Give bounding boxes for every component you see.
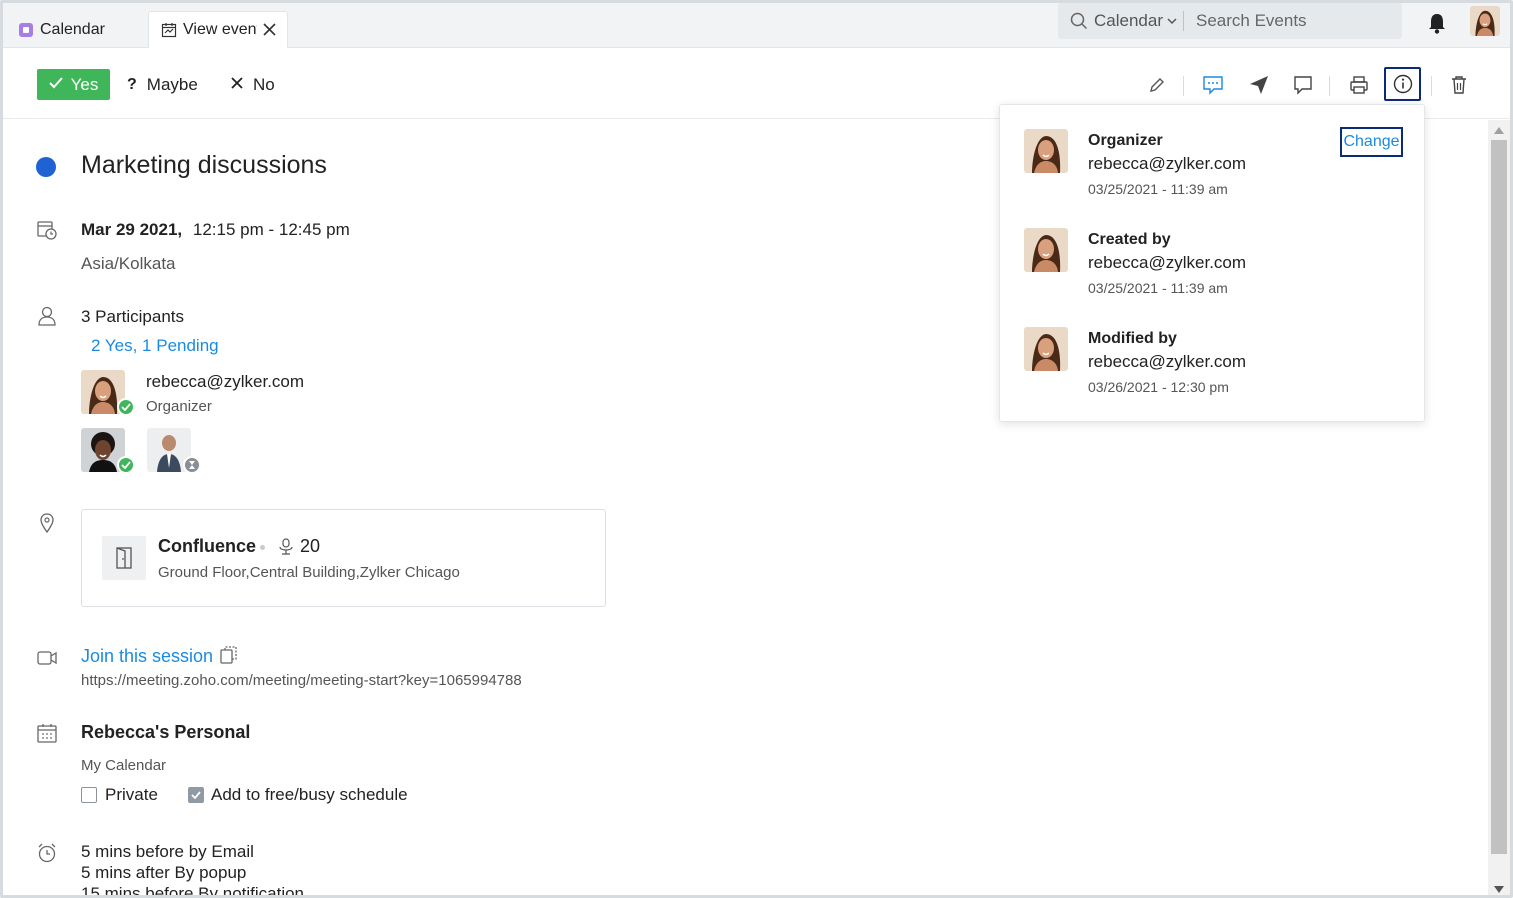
- app-window: Calendar View event Calendar Search Even: [0, 0, 1513, 898]
- room-address: Ground Floor,Central Building,Zylker Chi…: [158, 564, 460, 581]
- info-entry-created: Created by rebecca@zylker.com 03/25/2021…: [1000, 204, 1426, 296]
- chat-icon[interactable]: [1197, 69, 1229, 101]
- check-icon: [48, 76, 63, 94]
- event-time: 12:15 pm - 12:45 pm: [192, 220, 350, 239]
- event-view-icon: [161, 22, 177, 38]
- separator-dot: [260, 545, 265, 550]
- info-email: rebecca@zylker.com: [1088, 253, 1247, 272]
- info-timestamp: 03/25/2021 - 11:39 am: [1088, 280, 1228, 296]
- copy-icon[interactable]: [219, 645, 239, 670]
- top-bar: Calendar View event Calendar Search Even: [3, 3, 1510, 48]
- search-scope-label: Calendar: [1094, 11, 1163, 30]
- event-datetime: Mar 29 2021, 12:15 pm - 12:45 pm: [81, 220, 350, 240]
- trash-icon[interactable]: [1443, 69, 1475, 101]
- private-label: Private: [105, 785, 158, 804]
- scroll-down-arrow-icon[interactable]: [1494, 886, 1504, 893]
- rsvp-no-button[interactable]: No: [231, 69, 275, 100]
- search-input[interactable]: Search Events: [1196, 11, 1307, 31]
- avatar: [1024, 327, 1068, 371]
- freebusy-checkbox[interactable]: [188, 787, 204, 803]
- room-card[interactable]: Confluence 20 Ground Floor,Central Build…: [81, 509, 606, 607]
- rsvp-yes-button[interactable]: Yes: [37, 69, 110, 100]
- organizer-role: Organizer: [146, 398, 212, 415]
- tab-label: View event: [183, 21, 257, 38]
- scrollbar[interactable]: [1488, 120, 1510, 895]
- rsvp-no-label: No: [253, 74, 275, 94]
- toolbar-divider: [1329, 76, 1330, 96]
- info-timestamp: 03/26/2021 - 12:30 pm: [1088, 379, 1229, 395]
- search-bar: Calendar Search Events: [1058, 3, 1402, 39]
- freebusy-label: Add to free/busy schedule: [211, 785, 408, 804]
- participants-summary-link[interactable]: 2 Yes, 1 Pending: [91, 336, 219, 356]
- event-date: Mar 29 2021,: [81, 220, 183, 239]
- pencil-icon[interactable]: [1141, 69, 1173, 101]
- tab-label: Calendar: [40, 20, 105, 38]
- accepted-check-icon: [117, 456, 135, 474]
- event-color-dot: [36, 157, 56, 177]
- rsvp-maybe-button[interactable]: ? Maybe: [127, 69, 198, 100]
- bell-icon[interactable]: [1427, 11, 1447, 35]
- seat-icon: [278, 537, 294, 556]
- question-icon: ?: [127, 75, 137, 93]
- info-icon[interactable]: [1384, 67, 1421, 101]
- info-role: Modified by: [1088, 330, 1177, 347]
- comment-icon[interactable]: [1287, 69, 1319, 101]
- calendar-name: Rebecca's Personal: [81, 722, 251, 742]
- chevron-down-icon: [1167, 17, 1177, 25]
- info-timestamp: 03/25/2021 - 11:39 am: [1088, 181, 1228, 197]
- event-timezone: Asia/Kolkata: [81, 254, 176, 273]
- reminder-item: 5 mins before by Email: [81, 842, 254, 861]
- calendar-app-icon: [19, 22, 33, 37]
- info-email: rebecca@zylker.com: [1088, 154, 1247, 173]
- private-checkbox[interactable]: [81, 787, 97, 803]
- location-pin-icon: [36, 512, 58, 534]
- calendar-clock-icon: [36, 219, 58, 241]
- reminder-item: 5 mins after By popup: [81, 863, 247, 882]
- reminder-item: 15 mins before By notification: [81, 884, 305, 898]
- send-icon[interactable]: [1243, 69, 1275, 101]
- door-icon: [102, 536, 146, 580]
- join-session-link[interactable]: Join this session: [81, 646, 213, 667]
- scroll-up-arrow-icon[interactable]: [1494, 127, 1504, 134]
- room-name: Confluence: [158, 536, 257, 556]
- hourglass-icon: [183, 456, 201, 474]
- video-camera-icon: [36, 647, 58, 669]
- avatar: [1024, 228, 1068, 272]
- participants-count: 3 Participants: [81, 307, 184, 326]
- toolbar-divider: [1183, 76, 1184, 96]
- alarm-clock-icon: [36, 842, 58, 864]
- print-icon[interactable]: [1343, 69, 1375, 101]
- user-avatar[interactable]: [1470, 6, 1500, 36]
- person-icon: [36, 305, 58, 327]
- tab-view-event[interactable]: View event: [148, 11, 288, 48]
- room-capacity: 20: [278, 536, 320, 557]
- accepted-check-icon: [117, 398, 135, 416]
- tab-calendar[interactable]: Calendar: [15, 11, 139, 48]
- search-divider: [1183, 11, 1184, 31]
- avatar: [1024, 129, 1068, 173]
- room-capacity-value: 20: [300, 536, 321, 556]
- info-entry-organizer: Organizer rebecca@zylker.com 03/25/2021 …: [1000, 105, 1426, 197]
- change-organizer-button[interactable]: Change: [1340, 127, 1403, 157]
- event-title: Marketing discussions: [81, 151, 327, 179]
- event-info-popup: Organizer rebecca@zylker.com 03/25/2021 …: [999, 104, 1425, 422]
- rsvp-yes-label: Yes: [70, 74, 99, 94]
- info-entry-modified: Modified by rebecca@zylker.com 03/26/202…: [1000, 303, 1426, 395]
- info-role: Organizer: [1088, 132, 1163, 149]
- meeting-url[interactable]: https://meeting.zoho.com/meeting/meeting…: [81, 672, 522, 689]
- calendar-group: My Calendar: [81, 757, 167, 774]
- organizer-email: rebecca@zylker.com: [146, 372, 305, 391]
- info-role: Created by: [1088, 231, 1171, 248]
- rsvp-maybe-label: Maybe: [146, 74, 198, 94]
- calendar-icon: [36, 722, 58, 744]
- info-email: rebecca@zylker.com: [1088, 352, 1247, 371]
- toolbar-divider: [1431, 76, 1432, 96]
- search-icon[interactable]: [1070, 12, 1088, 30]
- x-icon: [231, 76, 243, 94]
- search-scope-select[interactable]: Calendar: [1094, 11, 1177, 31]
- close-icon[interactable]: [263, 20, 276, 41]
- scroll-thumb[interactable]: [1491, 140, 1507, 854]
